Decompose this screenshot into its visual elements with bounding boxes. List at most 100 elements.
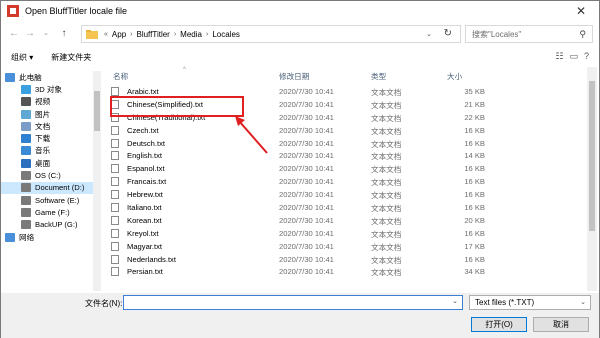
sidebar-item-document-d[interactable]: Document (D:) (1, 181, 93, 194)
sidebar-scrollbar[interactable] (93, 71, 101, 291)
document-icon (21, 121, 31, 131)
back-arrow-icon[interactable]: ← (7, 26, 21, 42)
table-row[interactable]: Nederlands.txt 2020/7/30 10:41 文本文档 16 KB (103, 253, 587, 266)
table-row[interactable]: Czech.txt 2020/7/30 10:41 文本文档 16 KB (103, 124, 587, 137)
column-type[interactable]: 类型 (371, 71, 386, 82)
text-file-icon (111, 190, 119, 200)
sidebar-item-this-pc[interactable]: 此电脑 (1, 71, 93, 83)
breadcrumb-app[interactable]: App (112, 30, 126, 39)
cube-icon (21, 84, 31, 94)
table-row[interactable]: Korean.txt 2020/7/30 10:41 文本文档 20 KB (103, 214, 587, 227)
sidebar-item-documents[interactable]: 文档 (1, 120, 93, 132)
drive-icon (21, 183, 31, 193)
download-icon (21, 134, 31, 144)
file-size: 34 KB (464, 267, 485, 277)
text-file-icon (111, 241, 119, 251)
open-button[interactable]: 打开(O) (471, 317, 527, 332)
sidebar-item-game-f[interactable]: Game (F:) (1, 206, 93, 218)
drive-icon (21, 195, 31, 205)
chevron-right-icon: › (205, 30, 209, 38)
sidebar-scroll-thumb[interactable] (94, 91, 100, 131)
file-type: 文本文档 (371, 139, 402, 149)
table-row[interactable]: Magyar.txt 2020/7/30 10:41 文本文档 17 KB (103, 240, 587, 253)
file-name: Deutsch.txt (127, 138, 165, 148)
breadcrumb-media[interactable]: Media (180, 30, 202, 39)
file-size: 17 KB (464, 241, 485, 251)
file-list-scroll-thumb[interactable] (589, 81, 595, 231)
sidebar-item-pictures[interactable]: 图片 (1, 108, 93, 120)
desktop-icon (21, 158, 31, 168)
red-arrow-icon (235, 116, 268, 154)
file-type: 文本文档 (371, 216, 402, 226)
sidebar-item-network[interactable]: 网络 (1, 231, 93, 243)
command-bar: 组织 ▾ 新建文件夹 ☷ ▭ ? (1, 47, 599, 67)
address-bar[interactable]: « App › BluffTitler › Media › Locales ⌄ … (81, 25, 461, 43)
overflow-chevron-icon[interactable]: « (104, 31, 108, 38)
chevron-down-icon: ⌄ (580, 299, 586, 306)
table-row[interactable]: Francais.txt 2020/7/30 10:41 文本文档 16 KB (103, 175, 587, 188)
file-size: 16 KB (464, 125, 485, 135)
filetype-select[interactable]: Text files (*.TXT) ⌄ (469, 295, 591, 310)
app-icon (7, 5, 19, 17)
up-arrow-icon[interactable]: ↑ (57, 26, 71, 42)
sidebar-item-3d-objects[interactable]: 3D 对象 (1, 83, 93, 95)
chevron-down-icon[interactable]: ⌄ (426, 30, 432, 38)
file-date: 2020/7/30 10:41 (279, 203, 334, 213)
file-size: 35 KB (464, 87, 485, 96)
text-file-icon (111, 228, 119, 238)
forward-arrow-icon[interactable]: → (23, 26, 37, 42)
new-folder-button[interactable]: 新建文件夹 (51, 52, 91, 63)
column-date[interactable]: 修改日期 (279, 71, 309, 82)
breadcrumb-locales[interactable]: Locales (212, 30, 240, 39)
chevron-down-icon[interactable]: ⌄ (452, 297, 458, 305)
file-name: Hebrew.txt (127, 190, 163, 200)
close-icon[interactable]: ✕ (571, 4, 591, 18)
refresh-icon[interactable]: ↻ (444, 28, 452, 39)
text-file-icon (111, 267, 119, 277)
text-file-icon (111, 215, 119, 225)
search-placeholder: 搜索"Locales" (472, 29, 522, 39)
title-bar: Open BluffTitler locale file ✕ (1, 1, 599, 21)
sidebar-item-os-c[interactable]: OS (C:) (1, 169, 93, 181)
view-options-icon[interactable]: ☷ (555, 51, 563, 62)
column-header: ^ 名称 修改日期 类型 大小 (103, 67, 587, 83)
file-type: 文本文档 (371, 165, 402, 175)
table-row[interactable]: Espanol.txt 2020/7/30 10:41 文本文档 16 KB (103, 162, 587, 175)
column-size[interactable]: 大小 (447, 71, 462, 82)
preview-pane-icon[interactable]: ▭ (569, 51, 578, 62)
file-name: Arabic.txt (127, 87, 159, 96)
sidebar-item-software-e[interactable]: Software (E:) (1, 194, 93, 206)
chevron-right-icon: › (130, 30, 133, 38)
file-list-scrollbar[interactable] (587, 67, 597, 291)
table-row[interactable]: Deutsch.txt 2020/7/30 10:41 文本文档 16 KB (103, 137, 587, 150)
text-file-icon (111, 87, 119, 96)
file-date: 2020/7/30 10:41 (279, 228, 334, 238)
table-row[interactable]: Hebrew.txt 2020/7/30 10:41 文本文档 16 KB (103, 188, 587, 201)
search-icon[interactable]: ⚲ (579, 29, 586, 40)
open-file-dialog: Open BluffTitler locale file ✕ ← → ⌄ ↑ «… (0, 0, 600, 338)
help-icon[interactable]: ? (584, 51, 589, 62)
table-row[interactable]: Italiano.txt 2020/7/30 10:41 文本文档 16 KB (103, 201, 587, 214)
organize-menu[interactable]: 组织 ▾ (11, 52, 33, 63)
file-date: 2020/7/30 10:41 (279, 87, 334, 96)
sidebar-item-desktop[interactable]: 桌面 (1, 157, 93, 169)
sidebar-item-music[interactable]: 音乐 (1, 145, 93, 157)
table-row[interactable]: Persian.txt 2020/7/30 10:41 文本文档 34 KB (103, 265, 587, 278)
table-row[interactable]: English.txt 2020/7/30 10:41 文本文档 14 KB (103, 149, 587, 162)
column-name[interactable]: 名称 (113, 71, 128, 82)
file-name: Czech.txt (127, 125, 159, 135)
file-name: English.txt (127, 151, 163, 161)
sidebar-item-backup-g[interactable]: BackUP (G:) (1, 219, 93, 231)
file-size: 22 KB (464, 112, 485, 122)
file-type: 文本文档 (371, 178, 402, 188)
search-input[interactable]: 搜索"Locales" ⚲ (465, 25, 593, 43)
breadcrumb-blufftitler[interactable]: BluffTitler (136, 30, 169, 39)
file-type: 文本文档 (371, 255, 402, 265)
sidebar-item-downloads[interactable]: 下载 (1, 132, 93, 144)
drive-icon (21, 171, 31, 181)
filename-input[interactable]: ⌄ (123, 295, 463, 310)
sidebar-item-videos[interactable]: 视频 (1, 96, 93, 108)
table-row[interactable]: Kreyol.txt 2020/7/30 10:41 文本文档 16 KB (103, 227, 587, 240)
recent-dropdown-icon[interactable]: ⌄ (39, 26, 53, 42)
cancel-button[interactable]: 取消 (533, 317, 589, 332)
